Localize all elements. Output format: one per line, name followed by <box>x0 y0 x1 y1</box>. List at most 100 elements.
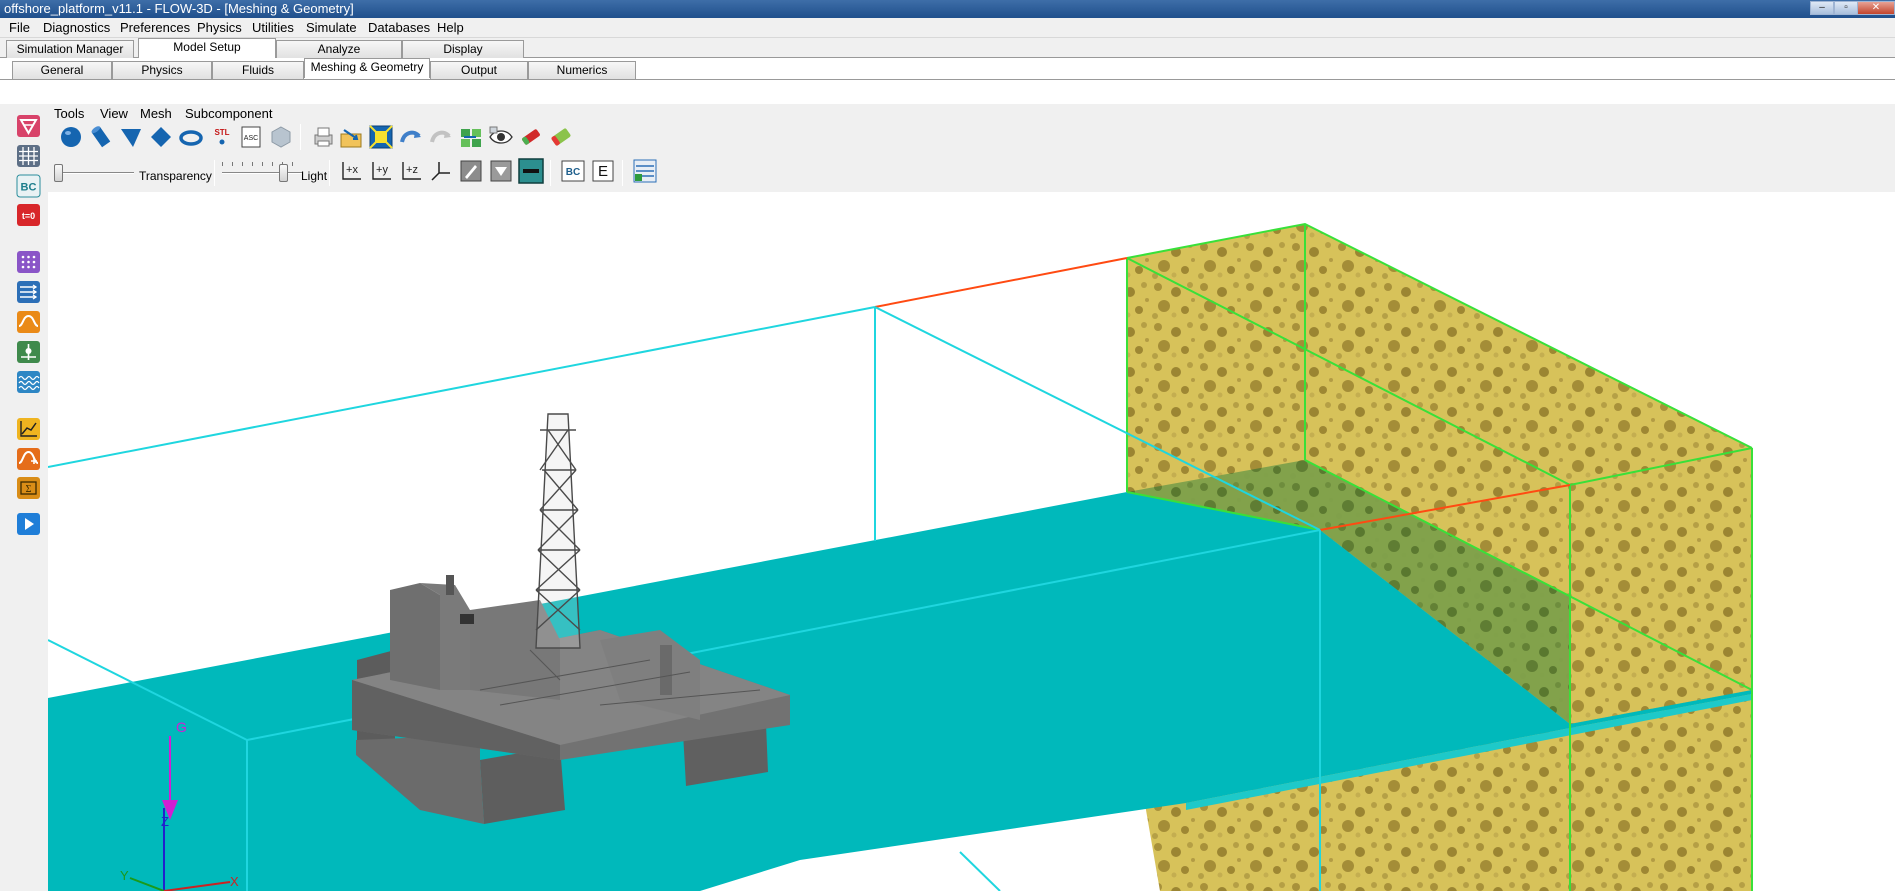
toolbar-separator <box>300 124 301 150</box>
tab-model-setup[interactable]: Model Setup <box>138 38 276 58</box>
subcomponent-red-icon[interactable] <box>518 124 544 150</box>
cylinder-icon[interactable] <box>88 124 114 150</box>
sphere-icon[interactable] <box>58 124 84 150</box>
window-title: offshore_platform_v11.1 - FLOW-3D - [Mes… <box>4 1 354 16</box>
left-toolbar: BC t=0 Σ <box>0 104 48 891</box>
isometric-view-icon[interactable] <box>428 158 454 184</box>
rotate-view-icon[interactable] <box>398 124 424 150</box>
bc-view-text: BC <box>566 167 580 178</box>
box-icon[interactable] <box>148 124 174 150</box>
show-hide-eye-icon[interactable] <box>488 124 514 150</box>
mesh-planes-icon[interactable] <box>632 158 658 184</box>
submenu-view[interactable]: View <box>100 106 128 121</box>
tab-meshing-geometry[interactable]: Meshing & Geometry <box>304 58 430 78</box>
history-plot-icon[interactable] <box>16 417 41 441</box>
clip-view-icon[interactable] <box>488 158 514 184</box>
import-ascii-icon[interactable]: ASC <box>238 124 264 150</box>
shaded-view-icon[interactable] <box>458 158 484 184</box>
formula-editor-icon[interactable]: Σ <box>16 476 41 500</box>
menu-physics[interactable]: Physics <box>197 20 242 35</box>
plus-z-text: +z <box>406 164 418 176</box>
rotate-view-disabled-icon[interactable] <box>428 124 454 150</box>
view-toolbar: Transparency Light +x +y +z BC E <box>48 156 1895 188</box>
menu-utilities[interactable]: Utilities <box>252 20 294 35</box>
menu-file[interactable]: File <box>9 20 30 35</box>
view-plus-x-icon[interactable]: +x <box>338 158 364 184</box>
minimize-button[interactable]: – <box>1810 1 1834 15</box>
z-axis-label: Z <box>161 814 169 829</box>
model-tree-icon[interactable] <box>16 114 41 138</box>
toolbar-separator <box>550 160 551 186</box>
gravity-label: G <box>176 719 187 735</box>
transparency-slider[interactable] <box>54 162 134 184</box>
boundary-conditions-icon[interactable]: BC <box>16 174 41 198</box>
initial-conditions-icon[interactable]: t=0 <box>16 203 41 227</box>
light-label: Light <box>301 169 328 183</box>
geometry-viewport[interactable]: G Z Y X <box>48 192 1895 891</box>
tab-physics[interactable]: Physics <box>112 61 212 79</box>
primitive-toolbar: STL ASC <box>48 124 1895 154</box>
light-track <box>222 172 302 174</box>
tab-simulation-manager[interactable]: Simulation Manager <box>6 40 134 58</box>
wave-spectrum-icon[interactable] <box>16 370 41 394</box>
submenu-mesh[interactable]: Mesh <box>140 106 172 121</box>
close-button[interactable]: ✕ <box>1857 1 1895 15</box>
light-slider[interactable] <box>222 162 302 184</box>
main-tab-bar: Simulation Manager Model Setup Analyze D… <box>0 38 1895 58</box>
tab-numerics[interactable]: Numerics <box>528 61 636 79</box>
x-axis-label: X <box>230 874 239 889</box>
tab-fluids[interactable]: Fluids <box>212 61 304 79</box>
show-elements-icon[interactable]: E <box>590 158 616 184</box>
tab-general[interactable]: General <box>12 61 112 79</box>
menu-diagnostics[interactable]: Diagnostics <box>43 20 110 35</box>
light-thumb[interactable] <box>279 164 288 182</box>
flux-surfaces-icon[interactable] <box>16 280 41 304</box>
tab-display[interactable]: Display <box>402 40 524 58</box>
submenu-subcomponent[interactable]: Subcomponent <box>185 106 272 121</box>
geometry-submenu: Tools View Mesh Subcomponent <box>48 104 1895 122</box>
baffles-icon[interactable] <box>16 250 41 274</box>
subcomponent-green-icon[interactable] <box>548 124 574 150</box>
vertical-ruler: 128 64 <box>1886 192 1895 891</box>
y-axis-label: Y <box>120 868 129 883</box>
flow3d-window: offshore_platform_v11.1 - FLOW-3D - [Mes… <box>0 0 1895 891</box>
asc-text: ASC <box>244 135 258 142</box>
import-stl-icon[interactable]: STL <box>209 124 235 150</box>
fit-view-icon[interactable] <box>368 124 394 150</box>
menu-simulate[interactable]: Simulate <box>306 20 357 35</box>
component-visibility-icon[interactable] <box>458 124 484 150</box>
tab-analyze[interactable]: Analyze <box>276 40 402 58</box>
plus-y-text: +y <box>376 164 388 176</box>
submenu-tools[interactable]: Tools <box>54 106 84 121</box>
mesh-grid-icon[interactable] <box>16 144 41 168</box>
plus-x-text: +x <box>346 164 358 176</box>
geometry-toolbar-area: Tools View Mesh Subcomponent STL ASC Tra… <box>48 104 1895 192</box>
wave-generator-icon[interactable] <box>16 310 41 334</box>
transparency-track <box>54 172 134 174</box>
title-bar: offshore_platform_v11.1 - FLOW-3D - [Mes… <box>0 0 1895 18</box>
run-simulation-icon[interactable] <box>16 512 41 536</box>
transparency-thumb[interactable] <box>54 164 63 182</box>
t0-text: t=0 <box>22 211 35 221</box>
toolbar-separator <box>622 160 623 186</box>
tab-output[interactable]: Output <box>430 61 528 79</box>
torus-icon[interactable] <box>178 124 204 150</box>
menu-preferences[interactable]: Preferences <box>120 20 190 35</box>
print-icon[interactable] <box>310 124 336 150</box>
history-probes-icon[interactable] <box>16 340 41 364</box>
menu-help[interactable]: Help <box>437 20 464 35</box>
import-geometry-icon[interactable] <box>338 124 364 150</box>
restore-button[interactable]: ▫ <box>1834 1 1858 15</box>
svg-text:Σ: Σ <box>26 484 32 495</box>
raster-icon[interactable] <box>268 124 294 150</box>
scene-3d[interactable]: G Z Y X <box>48 192 1895 891</box>
cone-icon[interactable] <box>118 124 144 150</box>
menu-databases[interactable]: Databases <box>368 20 430 35</box>
e-text: E <box>598 163 608 180</box>
show-bc-icon[interactable]: BC <box>560 158 586 184</box>
view-plus-z-icon[interactable]: +z <box>398 158 424 184</box>
sampling-volume-icon[interactable] <box>16 447 41 471</box>
view-plus-y-icon[interactable]: +y <box>368 158 394 184</box>
toolbar-separator <box>329 160 330 186</box>
mesh-lines-toggle-icon[interactable] <box>518 158 544 184</box>
